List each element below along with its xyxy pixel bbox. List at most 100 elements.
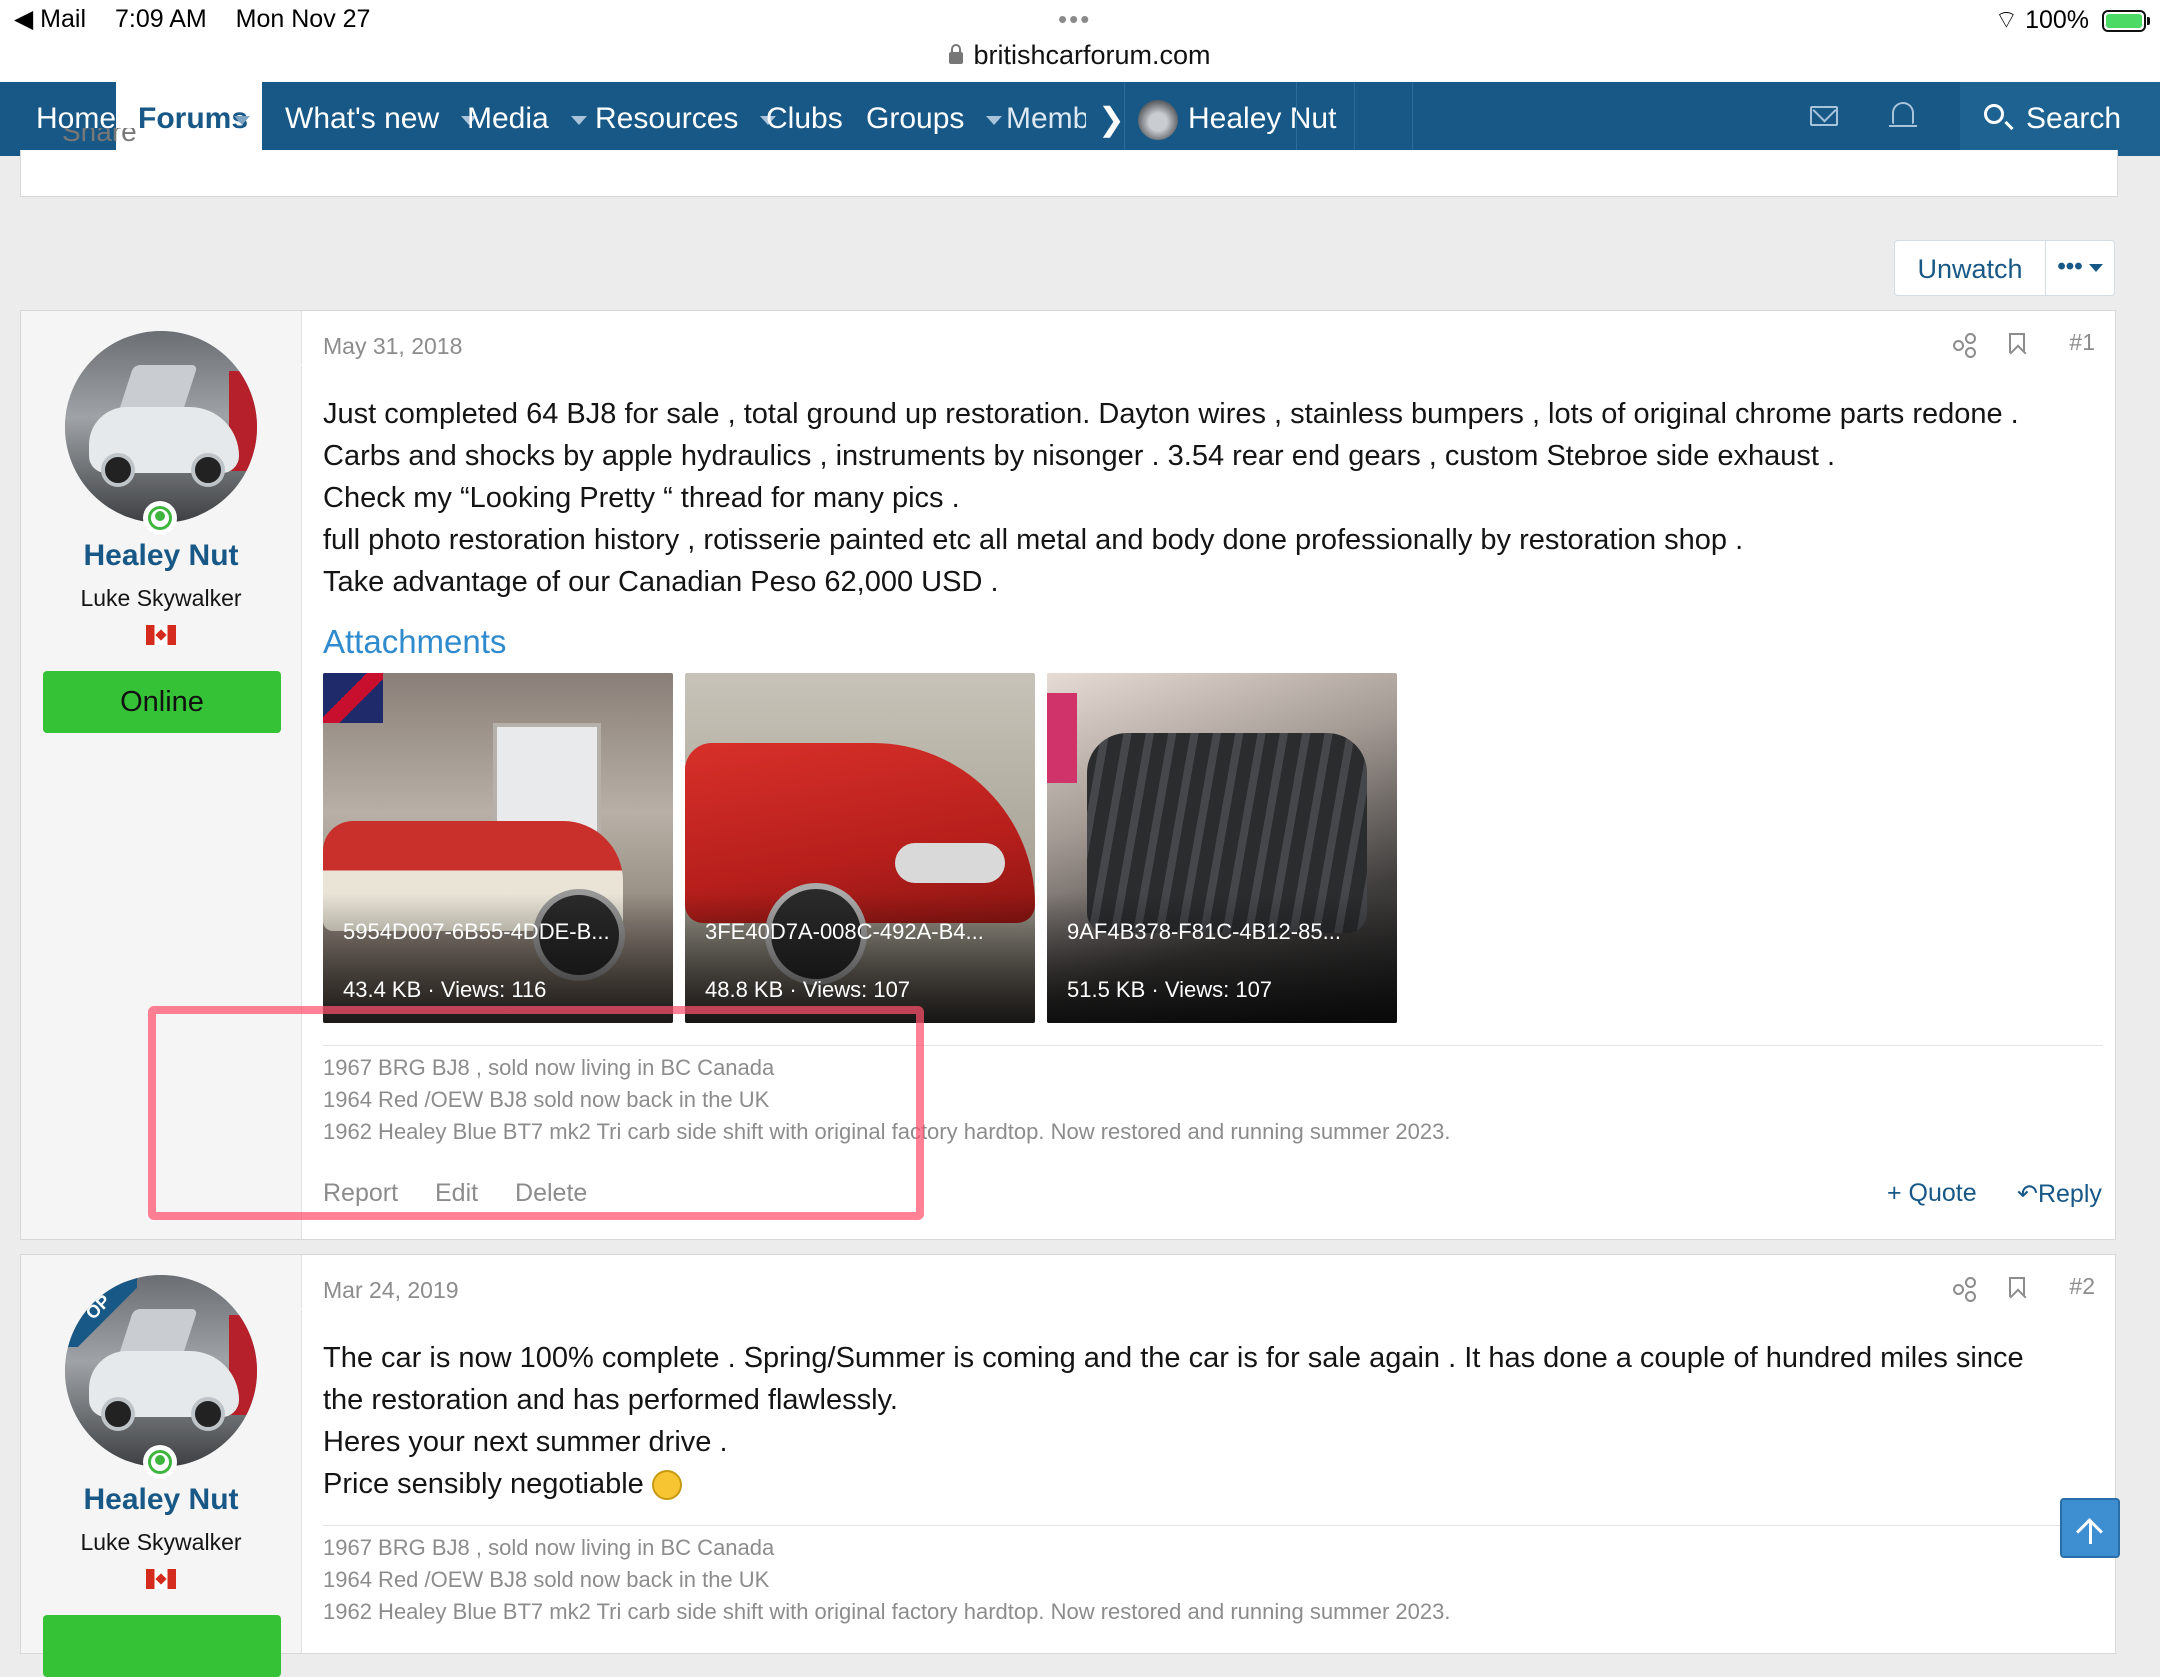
nav-divider — [1124, 82, 1125, 156]
avatar — [1138, 100, 1178, 141]
nav-whats-new[interactable]: What's new — [285, 82, 478, 156]
attachment-info: 51.5 KB · Views: 107 — [1067, 977, 1273, 1002]
nav-clubs[interactable]: Clubs — [766, 82, 843, 156]
online-status-badge: Online — [43, 671, 281, 733]
post-line: Heres your next summer drive . — [323, 1426, 728, 1458]
attachment-info: 43.4 KB · Views: 116 — [343, 977, 547, 1002]
avatar[interactable]: OP — [65, 1275, 257, 1467]
nav-groups-label: Groups — [866, 102, 965, 135]
online-status-icon — [143, 1445, 177, 1479]
chevron-down-icon[interactable] — [234, 116, 250, 125]
post-number[interactable]: #1 — [2069, 329, 2095, 356]
nav-media-label: Media — [467, 102, 549, 135]
nav-resources[interactable]: Resources — [595, 82, 777, 156]
canada-flag-icon — [146, 625, 176, 645]
reply-button[interactable]: ↶Reply — [2017, 1179, 2102, 1209]
attachment-filename: 9AF4B378-F81C-4B12-85... — [1067, 919, 1341, 944]
bell-icon[interactable] — [1889, 102, 1917, 127]
avatar[interactable] — [65, 331, 257, 523]
nav-user-label: Healey Nut — [1188, 102, 1337, 135]
post-line: Price sensibly negotiable — [323, 1468, 644, 1500]
nav-forums-label: Forums — [138, 102, 249, 135]
post-body: Just completed 64 BJ8 for sale , total g… — [323, 393, 2103, 603]
username-link[interactable]: Healey Nut — [21, 539, 301, 573]
op-badge: OP — [65, 1275, 137, 1347]
search-button[interactable]: Search — [1960, 82, 2160, 156]
username-link[interactable]: Healey Nut — [21, 1483, 301, 1517]
highlight-annotation — [148, 1006, 924, 1220]
post-date[interactable]: Mar 24, 2019 — [323, 1277, 459, 1304]
reply-icon: ↶ — [2017, 1180, 2038, 1208]
post-meta-actions: #1 — [1953, 329, 2095, 359]
address-bar[interactable]: britishcarforum.com — [0, 40, 2160, 71]
nav-divider — [1412, 82, 1413, 156]
url-text: britishcarforum.com — [973, 40, 1211, 70]
quote-button[interactable]: + Quote — [1887, 1179, 1977, 1208]
battery-icon — [2102, 10, 2150, 32]
search-label: Search — [2026, 102, 2122, 135]
signature-line: 1967 BRG BJ8 , sold now living in BC Can… — [323, 1535, 775, 1560]
nav-divider — [1296, 82, 1297, 156]
canada-flag-icon — [146, 1569, 176, 1589]
more-dots-icon: ••• — [2057, 253, 2083, 280]
post-line: Take advantage of our Canadian Peso 62,0… — [323, 566, 999, 598]
nav-media[interactable]: Media — [467, 82, 587, 156]
attachment-filename: 5954D007-6B55-4DDE-B... — [343, 919, 610, 944]
nav-groups[interactable]: Groups — [866, 82, 1003, 156]
nav-clubs-label: Clubs — [766, 102, 843, 135]
attachment-thumbnail[interactable]: 5954D007-6B55-4DDE-B... 43.4 KB · Views:… — [323, 673, 673, 1023]
nav-divider — [1354, 82, 1355, 156]
post-line: Just completed 64 BJ8 for sale , total g… — [323, 398, 2019, 430]
signature-line: 1962 Healey Blue BT7 mk2 Tri carb side s… — [323, 1599, 1451, 1624]
user-signature: 1967 BRG BJ8 , sold now living in BC Can… — [323, 1525, 2103, 1628]
post-number[interactable]: #2 — [2069, 1273, 2095, 1300]
attachment-thumbnail[interactable]: 9AF4B378-F81C-4B12-85... 51.5 KB · Views… — [1047, 673, 1397, 1023]
reply-label: Reply — [2037, 1180, 2102, 1208]
nav-forums[interactable]: Forums — [116, 82, 262, 156]
post-line: Check my “Looking Pretty “ thread for ma… — [323, 482, 960, 514]
nav-whats-new-label: What's new — [285, 102, 440, 135]
signature-line: 1964 Red /OEW BJ8 sold now back in the U… — [323, 1567, 770, 1592]
nav-scroll-right-icon[interactable]: ❯ — [1098, 82, 1125, 156]
share-icon[interactable] — [1953, 333, 1976, 358]
share-panel — [20, 150, 2118, 197]
status-bar: ◀ Mail 7:09 AM Mon Nov 27 ••• britishcar… — [0, 0, 2160, 82]
attachment-info: 48.8 KB · Views: 107 — [705, 977, 911, 1002]
attachment-thumbnail[interactable]: 3FE40D7A-008C-492A-B4... 48.8 KB · Views… — [685, 673, 1035, 1023]
scroll-to-top-button[interactable] — [2060, 1498, 2120, 1558]
share-link[interactable]: Share — [62, 128, 137, 152]
user-title: Luke Skywalker — [80, 1529, 242, 1555]
status-date: Mon Nov 27 — [235, 5, 371, 33]
attachment-filename: 3FE40D7A-008C-492A-B4... — [705, 919, 984, 944]
online-status-icon — [143, 501, 177, 535]
nav-members[interactable]: Membe — [1006, 82, 1086, 156]
post-body: The car is now 100% complete . Spring/Su… — [323, 1337, 2103, 1505]
chevron-down-icon[interactable] — [986, 115, 1003, 125]
attachments-heading: Attachments — [323, 623, 507, 660]
chevron-down-icon — [2088, 263, 2103, 272]
post-meta-actions: #2 — [1953, 1273, 2095, 1303]
battery-percent: 100% — [2025, 6, 2090, 34]
online-status-badge — [43, 1615, 281, 1677]
nav-user-account[interactable]: Healey Nut — [1138, 82, 1336, 156]
bookmark-icon[interactable] — [2009, 333, 2025, 353]
post-line: Carbs and shocks by apple hydraulics , i… — [323, 440, 1836, 472]
chevron-down-icon[interactable] — [570, 115, 587, 125]
post-line: full photo restoration history , rotisse… — [323, 524, 1744, 556]
post-user-panel: OP Healey Nut Luke Skywalker — [21, 1255, 315, 1677]
post-date[interactable]: May 31, 2018 — [323, 333, 462, 360]
thread-tools-button[interactable]: ••• — [2045, 240, 2115, 296]
inbox-icon[interactable] — [1810, 106, 1838, 126]
post-line: the restoration and has performed flawle… — [323, 1384, 898, 1416]
share-icon[interactable] — [1953, 1277, 1976, 1302]
multitask-dots-icon[interactable]: ••• — [1058, 4, 1091, 35]
unwatch-button[interactable]: Unwatch — [1894, 240, 2046, 296]
wifi-icon: ⌔ — [1994, 6, 2019, 34]
post: OP Healey Nut Luke Skywalker Mar 24, 201… — [20, 1254, 2116, 1677]
back-to-mail-link[interactable]: ◀ Mail — [14, 5, 86, 33]
nav-members-label: Membe — [1006, 102, 1086, 135]
post-line: The car is now 100% complete . Spring/Su… — [323, 1342, 2024, 1374]
lock-icon — [949, 44, 964, 64]
search-icon — [1984, 104, 2004, 124]
bookmark-icon[interactable] — [2009, 1277, 2025, 1297]
